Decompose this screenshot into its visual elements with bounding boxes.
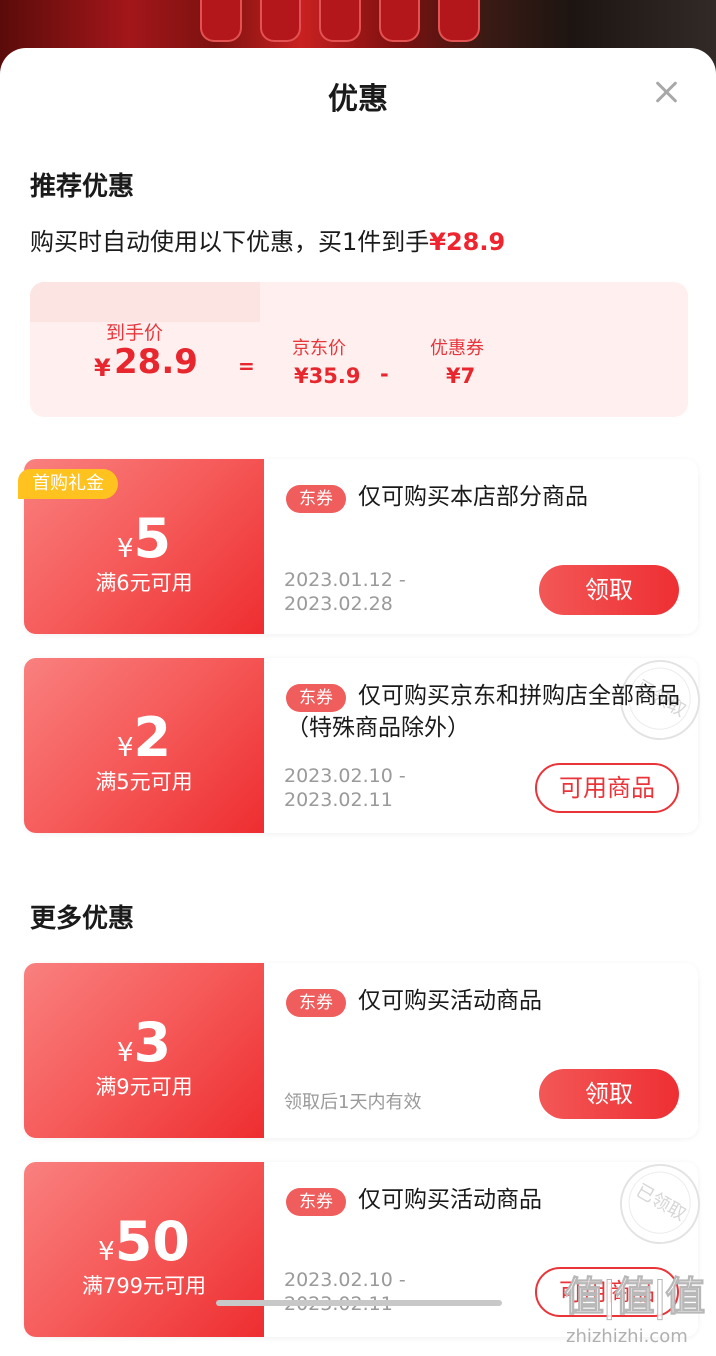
coupon-description: 仅可购买本店部分商品 bbox=[358, 484, 588, 510]
coupon-amount: ¥50 bbox=[98, 1210, 190, 1273]
summary-tab-shape bbox=[30, 282, 260, 322]
coupon-value-panel: ¥3 满9元可用 bbox=[24, 963, 264, 1138]
coupon-amount: ¥2 bbox=[116, 706, 172, 769]
sheet-title: 优惠 bbox=[328, 82, 388, 117]
coupon-date-start: 2023.02.10 - bbox=[284, 1269, 406, 1291]
claim-button[interactable]: 领取 bbox=[539, 1069, 679, 1119]
price-summary-card: 到手价 ¥ 28.9 = 京东价 ¥35.9 - 优惠券 ¥7 bbox=[30, 282, 688, 417]
coupon-validity: 领取后1天内有效 bbox=[284, 1092, 422, 1113]
coupon-condition: 满6元可用 bbox=[95, 571, 193, 595]
coupon-condition: 满9元可用 bbox=[95, 1075, 193, 1099]
jd-price-value: ¥35.9 bbox=[294, 364, 361, 388]
coupon-date-start: 2023.01.12 - bbox=[284, 569, 406, 591]
final-price-label: 到手价 bbox=[106, 322, 164, 344]
background-product-images bbox=[200, 0, 480, 42]
coupon-card: ¥3 满9元可用 东券 仅可购买活动商品 领取后1天内有效 领取 bbox=[24, 963, 698, 1138]
close-icon[interactable] bbox=[650, 76, 682, 108]
coupon-amount: ¥5 bbox=[116, 507, 172, 570]
coupon-condition: 满5元可用 bbox=[95, 770, 193, 794]
home-indicator[interactable] bbox=[216, 1300, 502, 1306]
jd-price-label: 京东价 bbox=[292, 338, 346, 359]
coupon-condition: 满799元可用 bbox=[81, 1274, 207, 1298]
recommended-section-title: 推荐优惠 bbox=[30, 172, 135, 202]
coupon-date-start: 2023.02.10 - bbox=[284, 765, 406, 787]
coupon-description: 仅可购买活动商品 bbox=[358, 988, 542, 1014]
coupon-card: ¥2 满5元可用 已领取 东券 仅可购买京东和拼购店全部商品（特殊商品除外） 2… bbox=[24, 645, 715, 833]
minus-sign: - bbox=[380, 362, 389, 386]
recommended-subtitle: 购买时自动使用以下优惠，买1件到手¥28.9 bbox=[30, 222, 505, 257]
site-watermark-url: zhizhizhi.com bbox=[566, 1326, 688, 1347]
first-purchase-badge: 首购礼金 bbox=[18, 469, 118, 499]
final-price-symbol: ¥ bbox=[94, 354, 111, 382]
coupon-bottom-sheet: 优惠 推荐优惠 购买时自动使用以下优惠，买1件到手¥28.9 到手价 ¥ 28.… bbox=[0, 48, 716, 1356]
coupon-card: ¥5 满6元可用 首购礼金 东券 仅可购买本店部分商品 2023.01.12 -… bbox=[18, 459, 698, 634]
subtitle-price: ¥28.9 bbox=[429, 228, 506, 256]
coupon-date-end: 2023.02.11 bbox=[284, 789, 393, 811]
more-section-title: 更多优惠 bbox=[30, 904, 135, 934]
final-price-value: 28.9 bbox=[114, 342, 198, 382]
coupon-amount: ¥3 bbox=[116, 1011, 172, 1074]
coupon-value-panel: ¥50 满799元可用 bbox=[24, 1162, 264, 1337]
claim-button[interactable]: 领取 bbox=[539, 565, 679, 615]
coupon-date-end: 2023.02.28 bbox=[284, 593, 393, 615]
subtitle-text: 购买时自动使用以下优惠，买1件到手 bbox=[30, 228, 430, 256]
coupon-discount-label: 优惠券 bbox=[430, 338, 484, 359]
coupon-description: 仅可购买活动商品 bbox=[358, 1187, 542, 1213]
coupon-value-panel: ¥2 满5元可用 bbox=[24, 658, 264, 833]
coupon-description: 仅可购买京东和拼购店全部商品（特殊商品除外） bbox=[286, 683, 680, 741]
available-products-button[interactable]: 可用商品 bbox=[535, 763, 679, 813]
equals-sign: = bbox=[238, 354, 255, 378]
site-watermark-logo: 值|值|值 bbox=[563, 1274, 705, 1321]
coupon-discount-value: ¥7 bbox=[446, 364, 476, 388]
